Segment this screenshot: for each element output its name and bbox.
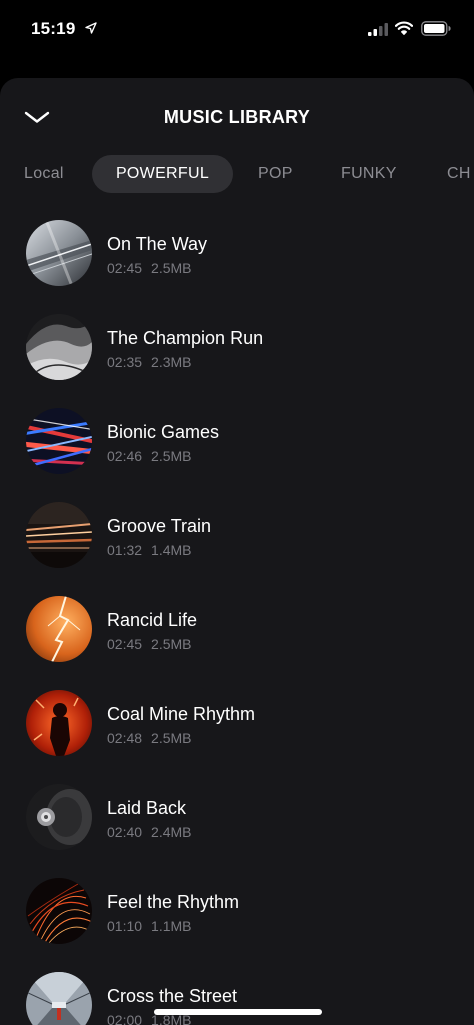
song-size: 2.5MB (151, 448, 192, 464)
song-title: On The Way (107, 234, 208, 254)
album-cover (26, 972, 92, 1025)
song-duration: 02:48 (107, 730, 143, 746)
status-bar: 15:19 (0, 0, 474, 60)
album-art-train-lights-image (26, 502, 92, 568)
tab-local[interactable]: Local (24, 155, 64, 193)
tab-ch[interactable]: CH (447, 155, 471, 193)
song-duration: 02:00 (107, 1012, 143, 1025)
song-meta: 01:10 1.1MB (107, 918, 192, 934)
sheet-header: MUSIC LIBRARY (0, 78, 474, 154)
album-art-speaker-image (26, 784, 92, 850)
album-cover (26, 314, 92, 380)
location-arrow-icon (85, 22, 97, 34)
list-item[interactable]: Groove Train 01:32 1.4MB (0, 502, 474, 596)
song-size: 2.5MB (151, 260, 192, 276)
song-title: Rancid Life (107, 610, 198, 630)
album-cover (26, 408, 92, 474)
song-meta: 02:45 2.5MB (107, 260, 192, 276)
song-duration: 02:46 (107, 448, 143, 464)
list-item[interactable]: The Champion Run 02:35 2.3MB (0, 314, 474, 408)
song-meta: 01:32 1.4MB (107, 542, 192, 558)
song-title: Bionic Games (107, 422, 220, 442)
song-size: 1.1MB (151, 918, 192, 934)
album-cover (26, 784, 92, 850)
album-art-sparks-image (26, 878, 92, 944)
album-cover (26, 220, 92, 286)
status-time: 15:19 (31, 19, 76, 38)
album-art-dunes-image (26, 314, 92, 380)
page-title: MUSIC LIBRARY (163, 107, 311, 127)
list-item[interactable]: Bionic Games 02:46 2.5MB (0, 408, 474, 502)
song-title: The Champion Run (107, 328, 264, 348)
wifi-icon (395, 21, 413, 35)
list-item[interactable]: Cross the Street 02:00 1.8MB (0, 972, 474, 1025)
song-size: 2.4MB (151, 824, 192, 840)
song-duration: 02:45 (107, 636, 143, 652)
song-size: 1.4MB (151, 542, 192, 558)
album-art-tunnel-image (26, 972, 92, 1025)
album-cover (26, 502, 92, 568)
song-meta: 02:35 2.3MB (107, 354, 192, 370)
album-art-road-image (26, 220, 92, 286)
song-duration: 02:45 (107, 260, 143, 276)
battery-icon (421, 21, 451, 36)
song-duration: 02:35 (107, 354, 143, 370)
song-title: Coal Mine Rhythm (107, 704, 256, 724)
song-meta: 02:40 2.4MB (107, 824, 192, 840)
album-cover (26, 690, 92, 756)
song-title: Feel the Rhythm (107, 892, 240, 912)
song-meta: 02:45 2.5MB (107, 636, 192, 652)
music-library-sheet: MUSIC LIBRARY Local POWERFUL POP FUNKY C… (0, 78, 474, 1025)
tab-powerful[interactable]: POWERFUL (92, 155, 233, 193)
song-title: Cross the Street (107, 986, 238, 1006)
album-art-lightning-image (26, 596, 92, 662)
song-size: 2.5MB (151, 730, 192, 746)
song-duration: 01:10 (107, 918, 143, 934)
album-cover (26, 878, 92, 944)
song-meta: 02:48 2.5MB (107, 730, 192, 746)
song-title: Laid Back (107, 798, 187, 818)
list-item[interactable]: Rancid Life 02:45 2.5MB (0, 596, 474, 690)
tab-pop[interactable]: POP (258, 155, 293, 193)
signal-icon (368, 23, 388, 36)
song-size: 2.3MB (151, 354, 192, 370)
list-item[interactable]: Feel the Rhythm 01:10 1.1MB (0, 878, 474, 972)
list-item[interactable]: On The Way 02:45 2.5MB (0, 220, 474, 314)
song-size: 2.5MB (151, 636, 192, 652)
album-cover (26, 596, 92, 662)
song-meta: 02:46 2.5MB (107, 448, 192, 464)
category-tabs: Local POWERFUL POP FUNKY CH (0, 154, 474, 196)
list-item[interactable]: Coal Mine Rhythm 02:48 2.5MB (0, 690, 474, 784)
album-art-fire-figure-image (26, 690, 92, 756)
song-title: Groove Train (107, 516, 212, 536)
home-indicator[interactable] (154, 1009, 322, 1015)
list-item[interactable]: Laid Back 02:40 2.4MB (0, 784, 474, 878)
song-duration: 02:40 (107, 824, 143, 840)
tab-funky[interactable]: FUNKY (341, 155, 397, 193)
album-art-neon-streaks-image (26, 408, 92, 474)
song-duration: 01:32 (107, 542, 143, 558)
